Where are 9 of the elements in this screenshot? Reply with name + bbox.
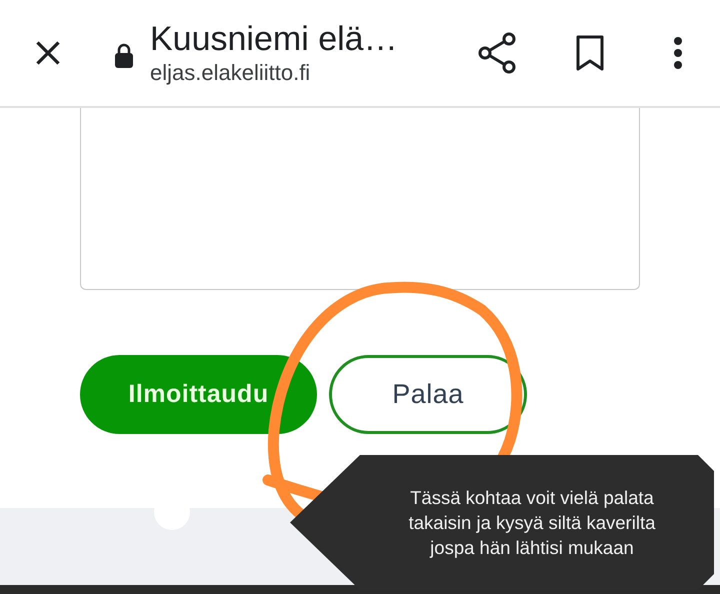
more-icon[interactable] [673, 36, 683, 70]
back-button[interactable]: Palaa [329, 355, 527, 434]
share-icon[interactable] [477, 31, 517, 75]
bookmark-icon[interactable] [575, 34, 605, 72]
page-url: eljas.elakeliitto.fi [150, 59, 312, 87]
register-button[interactable]: Ilmoittaudu [80, 355, 317, 434]
page-title: Kuusniemi elä… [150, 19, 399, 59]
tooltip-text: Tässä kohtaa voit vielä palata takaisin ja kysyä siltä kaverilta jospa hän lähtisi mukaan [408, 486, 656, 560]
lock-icon [114, 43, 134, 69]
